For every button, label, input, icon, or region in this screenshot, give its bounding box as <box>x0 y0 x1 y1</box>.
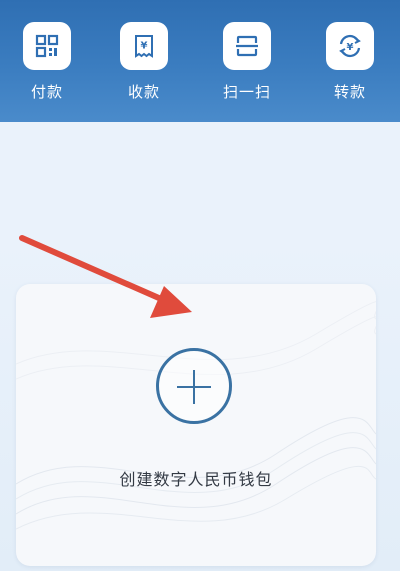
red-arrow-icon <box>19 235 192 318</box>
